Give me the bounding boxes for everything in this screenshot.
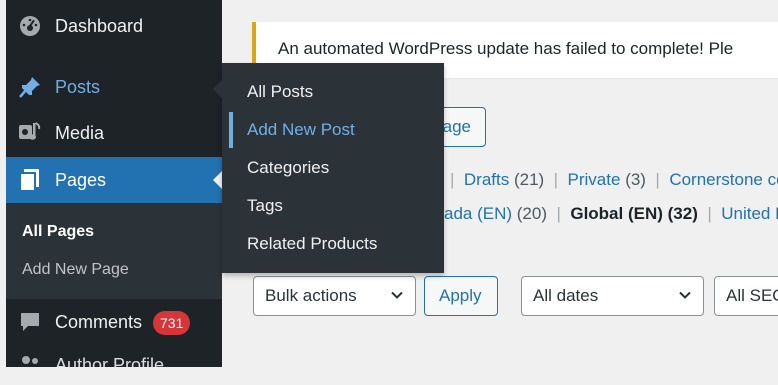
menu-label-author-profile: Author Profile [55,355,165,375]
view-drafts-count: (21) [513,170,545,189]
menu-label-pages: Pages [55,170,107,190]
seo-filter-value: All SEO [726,286,778,305]
view-global-en-count: (32) [667,204,698,223]
current-menu-arrow [213,171,222,189]
flyout-focus-indicator [229,112,233,148]
submenu-item-add-new-page[interactable]: Add New Page [22,261,129,279]
menu-label-posts: Posts [55,77,101,97]
menu-label-media: Media [55,123,105,143]
views-row-status: | Drafts (21) | Private (3) | Cornerston… [450,170,778,194]
menu-label-comments: Comments [55,312,143,332]
posts-flyout-menu: All Posts Add New Post Categories Tags R… [213,63,444,273]
menu-item-pages[interactable]: Pages [6,157,222,203]
apply-button[interactable]: Apply [424,276,498,316]
view-private-count: (3) [625,170,646,189]
view-private[interactable]: Private [568,170,621,189]
view-united-kingdom[interactable]: United Ki [721,204,778,223]
flyout-item-all-posts[interactable]: All Posts [247,82,313,102]
views-separator: | [450,170,455,189]
views-separator: | [702,204,717,223]
add-new-page-label: age [442,117,471,136]
flyout-caret [213,80,222,98]
notice-text: An automated WordPress update has failed… [278,39,734,58]
bulk-actions-value: Bulk actions [265,286,357,305]
menu-label-dashboard: Dashboard [55,16,144,36]
pages-submenu: All Pages Add New Page [6,203,222,299]
views-separator: | [650,170,665,189]
menu-item-media[interactable]: Media [6,113,222,153]
admin-menu: Dashboard Posts Media Pages All Pages Ad… [6,0,222,375]
menu-item-dashboard[interactable]: Dashboard [6,6,222,46]
comment-icon [18,310,42,334]
view-canada-en-count: (20) [516,204,547,223]
dashboard-icon [18,14,42,38]
pushpin-icon [18,75,42,99]
view-cornerstone[interactable]: Cornerstone co [669,170,778,189]
dates-filter-value: All dates [533,286,599,305]
flyout-item-related-products[interactable]: Related Products [247,234,377,254]
chevron-down-icon [679,291,691,299]
apply-label: Apply [439,286,482,305]
pages-icon [18,168,42,192]
menu-item-author-profile[interactable]: Author Profile [6,345,222,385]
view-global-en[interactable]: Global (EN) [570,204,663,223]
seo-filter-select[interactable]: All SEO [714,276,778,316]
submenu-item-all-pages[interactable]: All Pages [22,223,94,241]
menu-item-posts[interactable]: Posts [6,67,222,107]
comments-count-badge: 731 [153,311,191,335]
flyout-item-categories[interactable]: Categories [247,158,329,178]
flyout-item-add-new-post[interactable]: Add New Post [247,120,355,140]
views-row-language: ada (EN) (20) | Global (EN) (32) | Unite… [444,204,778,228]
chevron-down-icon [391,291,403,299]
dates-filter-select[interactable]: All dates [521,276,704,316]
users-icon [18,353,42,377]
media-icon [18,121,42,145]
menu-item-comments[interactable]: Comments 731 [6,302,222,342]
views-separator: | [551,204,566,223]
views-separator: | [548,170,563,189]
bulk-actions-select[interactable]: Bulk actions [253,276,416,316]
flyout-item-tags[interactable]: Tags [247,196,283,216]
view-drafts[interactable]: Drafts [464,170,509,189]
view-canada-en[interactable]: ada (EN) [444,204,512,223]
